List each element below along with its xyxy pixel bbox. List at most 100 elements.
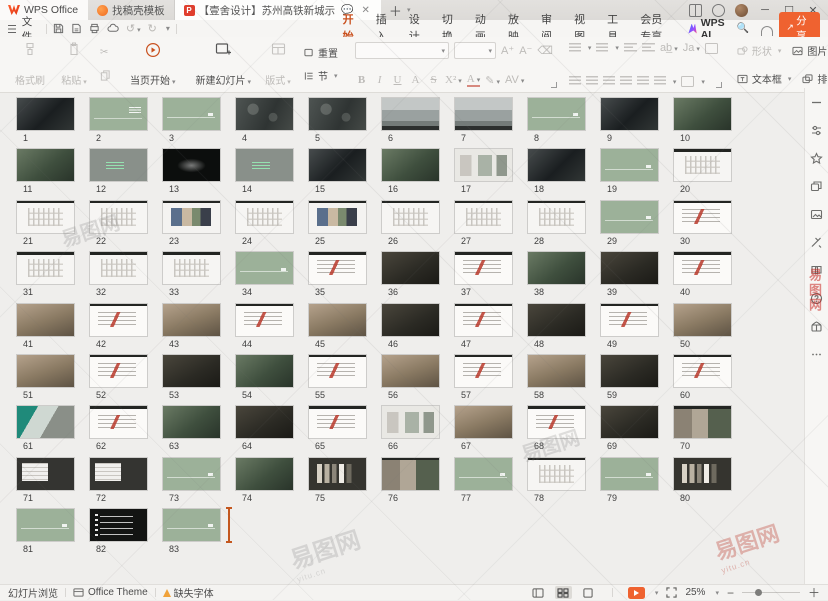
slide-thumbnail-36[interactable] — [382, 252, 439, 285]
section-button[interactable]: 节 ▾ — [301, 67, 341, 84]
slide-thumbnail-21[interactable] — [17, 200, 74, 233]
slide-thumbnail-1[interactable] — [17, 98, 74, 130]
slide-thumbnail-15[interactable] — [309, 149, 366, 182]
slide-thumbnail-62[interactable] — [90, 406, 147, 439]
slide-thumbnail-51[interactable] — [17, 354, 74, 387]
bold-button[interactable]: B — [355, 74, 368, 86]
image-library-icon[interactable] — [810, 208, 823, 221]
minimize-button[interactable]: ─ — [758, 4, 772, 16]
slide-thumbnail-33[interactable] — [163, 252, 220, 285]
slide-thumbnail-5[interactable] — [309, 98, 366, 130]
slide-thumbnail-68[interactable] — [528, 406, 585, 439]
align-left-icon[interactable] — [568, 76, 581, 87]
font-color-button[interactable]: A ▾ — [466, 73, 481, 87]
slide-thumbnail-71[interactable] — [17, 457, 74, 490]
align-center-icon[interactable] — [585, 76, 598, 87]
text-shadow-button[interactable]: A — [409, 74, 422, 86]
slide-thumbnail-53[interactable] — [163, 354, 220, 387]
superscript-button[interactable]: X² ▾ — [445, 74, 462, 86]
slide-thumbnail-66[interactable] — [382, 406, 439, 439]
slide-thumbnail-83[interactable] — [163, 509, 220, 542]
hamburger-menu-icon[interactable] — [8, 24, 16, 33]
highlight-color-button[interactable]: ✎ ▾ — [485, 74, 500, 87]
skin-settings-icon[interactable] — [712, 3, 725, 17]
slide-thumbnail-61[interactable] — [17, 406, 74, 439]
collapse-icon[interactable] — [810, 96, 823, 109]
user-avatar[interactable] — [735, 3, 748, 17]
zoom-slider[interactable] — [741, 588, 800, 596]
slide-thumbnail-24[interactable] — [236, 200, 293, 233]
slide-thumbnail-30[interactable] — [674, 200, 731, 233]
decrease-indent-icon[interactable] — [623, 42, 637, 54]
slide-thumbnail-16[interactable] — [382, 149, 439, 182]
slide-thumbnail-59[interactable] — [601, 354, 658, 387]
slide-thumbnail-54[interactable] — [236, 354, 293, 387]
slide-thumbnail-57[interactable] — [455, 354, 512, 387]
theme-name[interactable]: Office Theme — [88, 587, 148, 598]
slide-thumbnail-69[interactable] — [601, 406, 658, 439]
slide-thumbnail-27[interactable] — [455, 200, 512, 233]
toolbox-icon[interactable] — [810, 236, 823, 249]
fit-window-icon[interactable] — [666, 587, 678, 598]
slide-thumbnail-13[interactable] — [163, 149, 220, 182]
slide-thumbnail-63[interactable] — [163, 406, 220, 439]
new-slide-button[interactable]: 新建幻灯片 ▾ — [192, 39, 256, 89]
columns-icon[interactable] — [681, 76, 695, 87]
slide-thumbnail-55[interactable] — [309, 354, 366, 387]
export-pdf-icon[interactable] — [71, 23, 82, 34]
zoom-out-button[interactable]: − — [727, 586, 734, 600]
paste-button[interactable]: 粘贴 ▾ — [53, 39, 95, 89]
cloud-sync-icon[interactable] — [107, 23, 119, 34]
zoom-in-button[interactable]: ＋ — [808, 584, 820, 601]
undo-icon[interactable]: ↺ ▾ — [126, 22, 141, 35]
normal-view-button[interactable] — [530, 586, 547, 599]
print-icon[interactable] — [89, 23, 100, 34]
slide-thumbnail-14[interactable] — [236, 149, 293, 182]
slide-thumbnail-39[interactable] — [601, 252, 658, 285]
line-spacing-icon[interactable] — [653, 76, 666, 87]
slide-thumbnail-65[interactable] — [309, 406, 366, 439]
slide-thumbnail-41[interactable] — [17, 303, 74, 336]
slide-thumbnail-49[interactable] — [601, 303, 658, 336]
font-family-select[interactable]: ▾ — [355, 42, 450, 59]
slide-thumbnail-47[interactable] — [455, 303, 512, 336]
slideshow-play-button[interactable] — [627, 586, 645, 599]
redo-icon[interactable]: ↻ — [148, 22, 157, 35]
slide-thumbnail-29[interactable] — [601, 200, 658, 233]
slide-thumbnail-74[interactable] — [236, 457, 293, 490]
clear-format-button[interactable]: ⌫ — [537, 44, 553, 57]
play-from-current-button[interactable]: 当页开始 ▾ — [126, 39, 180, 89]
increase-font-button[interactable]: A⁺ — [501, 44, 514, 57]
slide-thumbnail-6[interactable] — [382, 98, 439, 130]
underline-button[interactable]: U — [391, 74, 404, 86]
slide-thumbnail-50[interactable] — [674, 303, 731, 336]
help-icon[interactable] — [810, 292, 823, 305]
slide-thumbnail-46[interactable] — [382, 303, 439, 336]
text-direction-icon[interactable]: ab̲ ▾ — [660, 42, 678, 54]
slide-layout-button[interactable]: 版式 ▾ — [257, 39, 299, 89]
slide-thumbnail-82[interactable] — [90, 509, 147, 542]
slide-thumbnail-67[interactable] — [455, 406, 512, 439]
reset-slide-button[interactable]: 重置 — [301, 44, 341, 61]
slide-thumbnail-45[interactable] — [309, 303, 366, 336]
slide-thumbnail-79[interactable] — [601, 457, 658, 490]
slide-thumbnail-76[interactable] — [382, 457, 439, 490]
adjust-icon[interactable] — [810, 124, 823, 137]
arrange-button[interactable]: 排列▾ — [799, 70, 828, 87]
slide-thumbnail-34[interactable] — [236, 252, 293, 285]
increase-indent-icon[interactable] — [641, 42, 655, 54]
strikethrough-button[interactable]: S — [427, 74, 440, 86]
align-right-icon[interactable] — [602, 76, 615, 87]
view-mode-label[interactable]: 幻灯片浏览 — [8, 585, 58, 600]
slide-thumbnail-73[interactable] — [163, 457, 220, 490]
slide-thumbnail-64[interactable] — [236, 406, 293, 439]
zoom-dropdown-icon[interactable]: ▾ — [715, 589, 719, 597]
zoom-level[interactable]: 25% — [685, 587, 705, 598]
shapes-button[interactable]: 形状 ▾ — [734, 42, 785, 59]
slide-thumbnail-22[interactable] — [90, 200, 147, 233]
slide-thumbnail-77[interactable] — [455, 457, 512, 490]
slide-thumbnail-75[interactable] — [309, 457, 366, 490]
slideshow-play-dropdown-icon[interactable]: ▾ — [655, 589, 659, 597]
missing-font-warning[interactable]: 缺失字体 — [162, 585, 214, 600]
slide-thumbnail-9[interactable] — [601, 98, 658, 130]
